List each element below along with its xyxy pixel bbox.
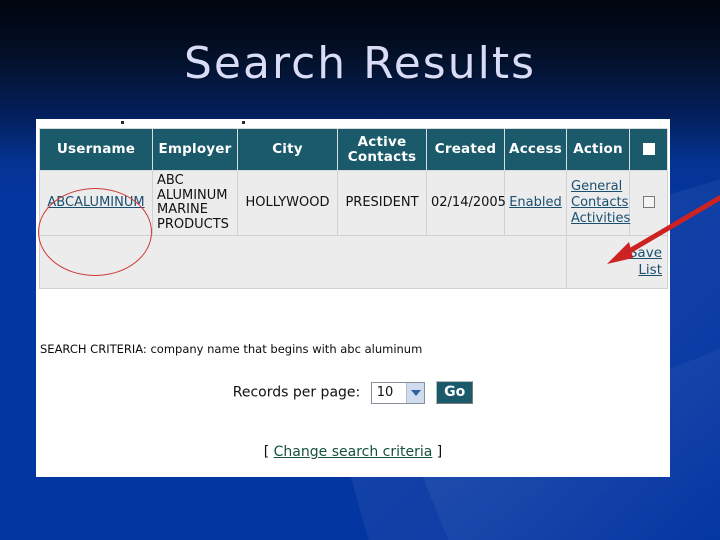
change-search-criteria-bar: [ Change search criteria ]	[36, 444, 670, 460]
action-general-link[interactable]: General	[571, 179, 625, 195]
cell-username: ABCALUMINUM	[39, 170, 153, 237]
column-header-active-contacts[interactable]: Active Contacts	[337, 127, 427, 172]
column-header-username[interactable]: Username	[39, 127, 153, 172]
cell-access: Enabled	[504, 170, 567, 237]
cell-created: 02/14/2005	[426, 170, 506, 237]
column-header-access[interactable]: Access	[504, 127, 567, 172]
close-bracket: ]	[436, 444, 443, 460]
table-footer-row: Save List	[39, 235, 668, 290]
row-select-checkbox[interactable]	[642, 196, 655, 209]
go-button[interactable]: Go	[436, 381, 474, 404]
records-per-page-value: 10	[376, 384, 394, 400]
select-all-checkbox[interactable]	[642, 143, 655, 156]
page-title: Search Results	[183, 38, 537, 89]
column-header-action[interactable]: Action	[566, 127, 630, 172]
cell-action: General Contacts Activities	[566, 170, 630, 237]
column-header-created[interactable]: Created	[426, 127, 505, 172]
crop-artifact-dot	[242, 121, 245, 124]
open-bracket: [	[263, 444, 270, 460]
records-per-page-bar: Records per page: 10 Go	[36, 381, 670, 404]
search-criteria-text: SEARCH CRITERIA: company name that begin…	[40, 342, 423, 356]
crop-artifact-dot	[121, 121, 124, 124]
column-header-employer[interactable]: Employer	[152, 127, 238, 172]
search-results-table: Username Employer City Active Contacts C…	[39, 127, 668, 290]
username-link[interactable]: ABCALUMINUM	[47, 195, 144, 210]
action-contacts-link[interactable]: Contacts	[571, 195, 628, 211]
table-header-row: Username Employer City Active Contacts C…	[39, 127, 668, 172]
footer-save-list-cell: Save List	[566, 235, 668, 290]
records-per-page-label: Records per page:	[232, 384, 361, 401]
action-activities-link[interactable]: Activities	[571, 211, 630, 227]
chevron-down-icon[interactable]	[405, 382, 424, 403]
footer-spacer-cell	[39, 235, 567, 290]
column-header-select-all[interactable]	[629, 127, 668, 172]
list-link[interactable]: List	[571, 262, 663, 280]
slide-canvas: Search Results Username Employer City Ac…	[0, 0, 720, 540]
save-link[interactable]: Save	[571, 245, 663, 263]
cell-active-contacts: PRESIDENT	[337, 170, 427, 237]
access-enabled-link[interactable]: Enabled	[509, 195, 562, 210]
records-per-page-select[interactable]: 10	[370, 381, 425, 404]
change-search-criteria-link[interactable]: Change search criteria	[274, 444, 433, 460]
column-header-city[interactable]: City	[237, 127, 338, 172]
cell-row-checkbox	[629, 170, 668, 237]
cell-employer: ABC ALUMINUM MARINE PRODUCTS	[152, 170, 238, 237]
table-row: ABCALUMINUM ABC ALUMINUM MARINE PRODUCTS…	[39, 170, 668, 237]
cell-city: HOLLYWOOD	[237, 170, 338, 237]
screenshot-panel: Username Employer City Active Contacts C…	[36, 119, 670, 477]
